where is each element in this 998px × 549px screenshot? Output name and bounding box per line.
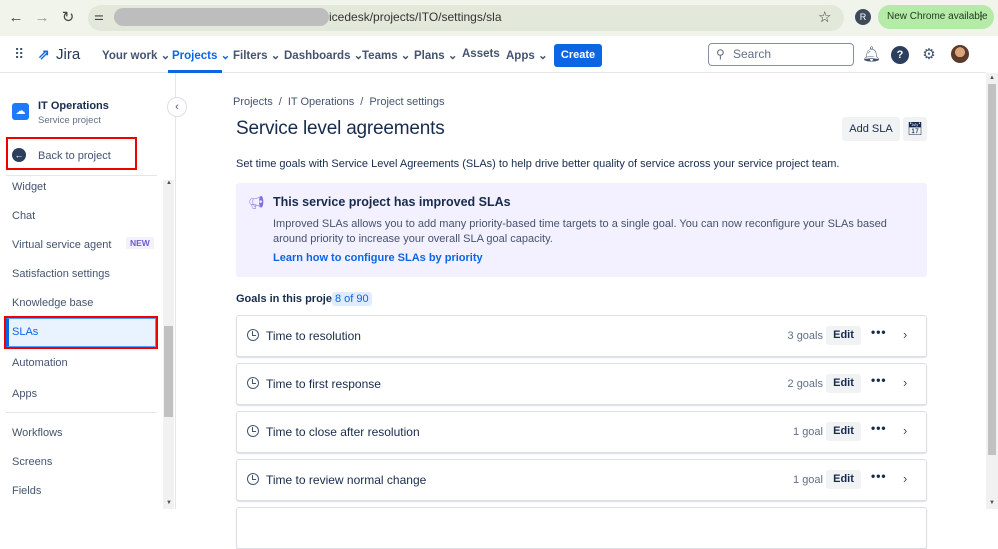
goal-count: 2 goals [787, 378, 823, 390]
chevron-right-icon[interactable]: › [903, 375, 907, 390]
edit-button[interactable]: Edit [826, 326, 861, 345]
sidebar-item-apps[interactable]: Apps [12, 388, 37, 400]
search-input[interactable]: ⚲ Search [708, 43, 854, 66]
nav-your-work[interactable]: Your work ⌄ [102, 48, 170, 62]
page-title: Service level agreements [236, 118, 445, 139]
sla-name: Time to resolution [266, 329, 361, 343]
app-switcher-icon[interactable]: ⠿ [14, 46, 24, 63]
kebab-icon: ⋮ [976, 11, 986, 22]
sidebar-item-screens[interactable]: Screens [12, 456, 52, 468]
sidebar-item-automation[interactable]: Automation [12, 357, 68, 369]
user-avatar[interactable] [951, 45, 969, 63]
sla-row[interactable]: Time to review normal change 1 goal Edit … [236, 459, 927, 501]
breadcrumb-project-settings[interactable]: Project settings [369, 96, 444, 108]
breadcrumb-projects[interactable]: Projects [233, 96, 273, 108]
clock-icon [247, 377, 259, 389]
edit-button[interactable]: Edit [826, 470, 861, 489]
goals-label: Goals in this project: [236, 293, 346, 305]
reload-icon[interactable]: ↻ [58, 8, 78, 28]
jira-logo-text[interactable]: Jira [56, 46, 80, 63]
chevron-right-icon[interactable]: › [903, 327, 907, 342]
scroll-down-arrow-icon[interactable]: ▼ [989, 500, 995, 506]
notifications-bell-icon[interactable]: 🔔︎ [862, 46, 881, 64]
goal-count: 1 goal [793, 474, 823, 486]
sla-name: Time to close after resolution [266, 425, 420, 439]
new-chrome-available-button[interactable]: New Chrome available ⋮ [878, 5, 994, 29]
back-to-project-link[interactable]: Back to project [38, 150, 111, 162]
sidebar-scrollbar-thumb[interactable] [164, 326, 173, 417]
sla-row[interactable]: Time to close after resolution 1 goal Edi… [236, 411, 927, 453]
settings-gear-icon[interactable]: ⚙ [920, 46, 938, 64]
more-actions-icon[interactable]: ••• [871, 421, 887, 435]
project-cloud-icon: ☁ [12, 103, 29, 120]
project-name: IT Operations [38, 100, 109, 112]
nav-filters[interactable]: Filters ⌄ [233, 48, 280, 62]
divider [6, 175, 157, 176]
breadcrumb-it-operations[interactable]: IT Operations [288, 96, 354, 108]
edit-button[interactable]: Edit [826, 422, 861, 441]
url-text[interactable]: icedesk/projects/ITO/settings/sla [329, 10, 502, 24]
divider [6, 412, 157, 413]
scroll-down-arrow-icon[interactable]: ▼ [166, 500, 172, 506]
edit-button[interactable]: Edit [826, 374, 861, 393]
forward-arrow-icon[interactable]: → [32, 8, 52, 28]
help-icon[interactable]: ? [891, 46, 909, 64]
breadcrumb: Projects / IT Operations / Project settings [233, 96, 445, 108]
nav-plans[interactable]: Plans ⌄ [414, 48, 458, 62]
chevron-right-icon[interactable]: › [903, 423, 907, 438]
redacted-url [114, 8, 329, 26]
sidebar-item-slas[interactable]: SLAs [12, 326, 38, 338]
update-label: New Chrome available [887, 11, 988, 22]
banner-text: Improved SLAs allows you to add many pri… [273, 218, 887, 245]
search-icon: ⚲ [716, 47, 725, 61]
sidebar-item-fields[interactable]: Fields [12, 485, 41, 497]
banner-title: This service project has improved SLAs [273, 195, 511, 209]
more-actions-icon[interactable]: ••• [871, 373, 887, 387]
create-button[interactable]: Create [554, 44, 602, 67]
new-badge: NEW [126, 237, 154, 249]
sla-row[interactable]: Time to resolution 3 goals Edit ••• › [236, 315, 927, 357]
megaphone-icon: 📢︎ [248, 195, 265, 210]
sidebar-item-chat[interactable]: Chat [12, 210, 35, 222]
sidebar-item-virtual-service-agent[interactable]: Virtual service agent [12, 239, 111, 251]
scroll-up-arrow-icon[interactable]: ▲ [989, 75, 995, 81]
nav-projects[interactable]: Projects ⌄ [172, 48, 230, 62]
clock-icon [247, 329, 259, 341]
sidebar-item-workflows[interactable]: Workflows [12, 427, 63, 439]
arrow-left-circle-icon: ← [12, 148, 26, 162]
page-description: Set time goals with Service Level Agreem… [236, 158, 840, 170]
chevron-right-icon[interactable]: › [903, 471, 907, 486]
scroll-up-arrow-icon[interactable]: ▲ [166, 180, 172, 186]
active-nav-underline [168, 70, 222, 73]
jira-logo-icon[interactable]: ⇗ [38, 46, 50, 63]
profile-avatar[interactable]: R [855, 9, 871, 25]
goals-count-badge: 8 of 90 [332, 292, 372, 306]
clock-icon [247, 425, 259, 437]
more-actions-icon[interactable]: ••• [871, 469, 887, 483]
sla-name: Time to review normal change [266, 473, 427, 487]
site-settings-icon[interactable]: ⚌ [94, 10, 104, 23]
sla-name: Time to first response [266, 377, 381, 391]
project-type: Service project [38, 115, 101, 126]
goal-count: 1 goal [793, 426, 823, 438]
goal-count: 3 goals [787, 330, 823, 342]
nav-teams[interactable]: Teams ⌄ [362, 48, 410, 62]
add-sla-button[interactable]: Add SLA [842, 117, 900, 141]
sidebar-item-widget[interactable]: Widget [12, 181, 46, 193]
learn-sla-priority-link[interactable]: Learn how to configure SLAs by priority [273, 252, 483, 264]
more-actions-icon[interactable]: ••• [871, 325, 887, 339]
sla-row[interactable]: Time to first response 2 goals Edit ••• › [236, 363, 927, 405]
page-scrollbar-thumb[interactable] [988, 84, 996, 455]
clock-icon [247, 473, 259, 485]
collapse-sidebar-button[interactable]: ‹ [167, 97, 187, 117]
nav-dashboards[interactable]: Dashboards ⌄ [284, 48, 363, 62]
nav-assets[interactable]: Assets [462, 48, 500, 60]
bookmark-star-icon[interactable]: ☆ [818, 8, 831, 26]
back-arrow-icon[interactable]: ← [6, 8, 26, 28]
sidebar-item-knowledge-base[interactable]: Knowledge base [12, 297, 93, 309]
nav-apps[interactable]: Apps ⌄ [506, 48, 548, 62]
sidebar-item-satisfaction-settings[interactable]: Satisfaction settings [12, 268, 110, 280]
calendar-icon[interactable]: 📅︎ [903, 117, 927, 141]
sla-row[interactable] [236, 507, 927, 549]
